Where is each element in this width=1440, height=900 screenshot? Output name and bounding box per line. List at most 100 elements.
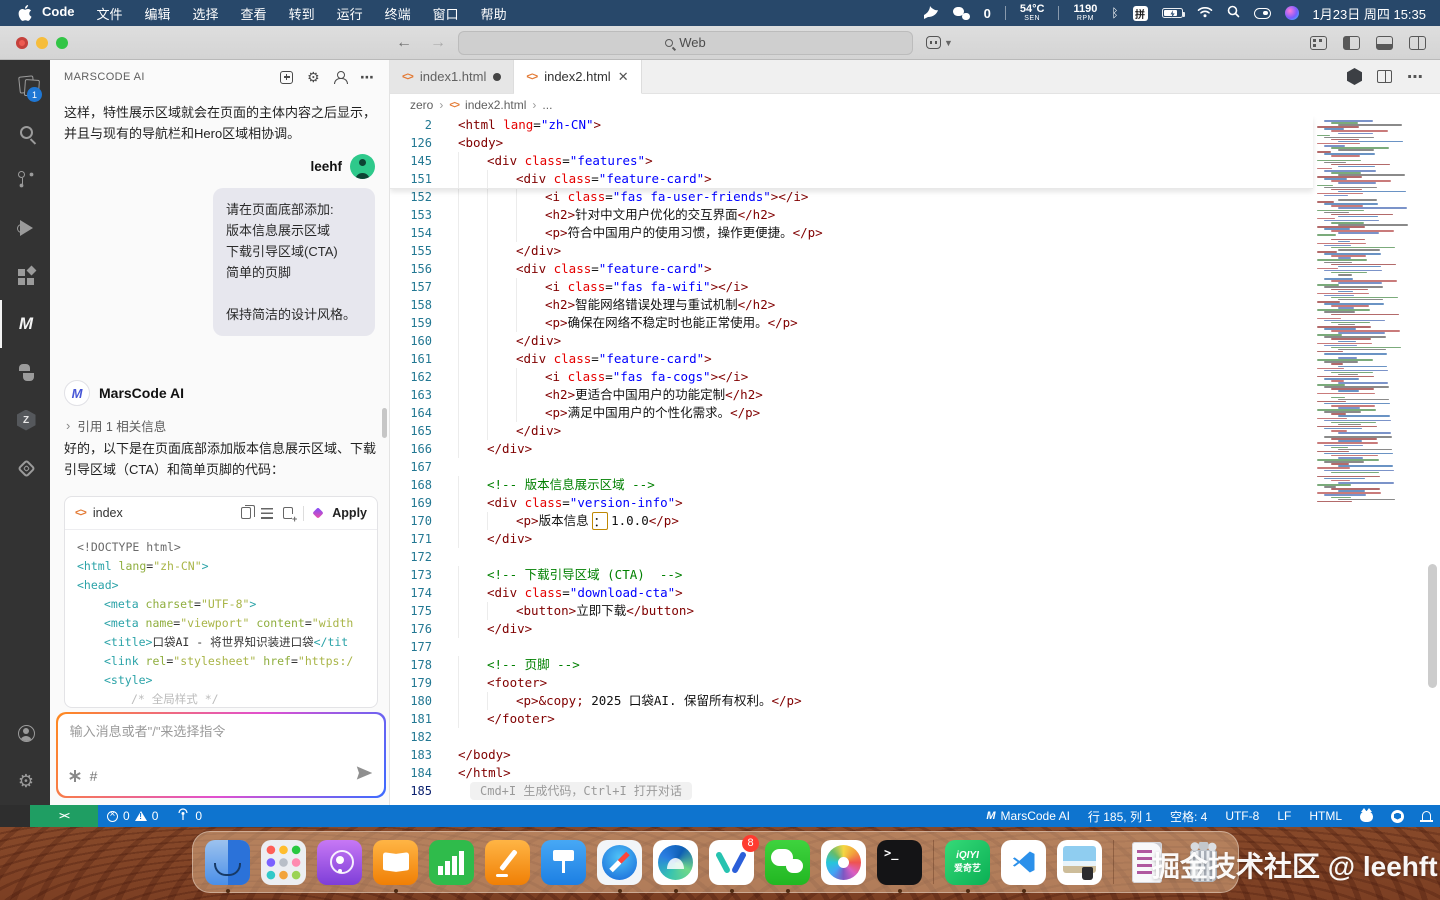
minimize-window-button[interactable]: [36, 37, 48, 49]
sidebar-item-hexagon-extension[interactable]: Z: [0, 396, 50, 444]
wifi-icon[interactable]: [1197, 6, 1213, 21]
ports-indicator[interactable]: 0: [167, 808, 211, 824]
manage-button[interactable]: ⚙: [0, 757, 50, 805]
code-line[interactable]: 184</html>: [390, 764, 1313, 782]
code-line[interactable]: 153<h2>针对中文用户优化的交互界面</h2>: [390, 206, 1313, 224]
sidebar-item-run-debug[interactable]: [0, 204, 50, 252]
code-line[interactable]: 173<!-- 下载引导区域 (CTA) -->: [390, 566, 1313, 584]
code-line[interactable]: 181</footer>: [390, 710, 1313, 728]
code-line[interactable]: 156<div class="feature-card">: [390, 260, 1313, 278]
dock-item-vscode[interactable]: [1001, 840, 1046, 885]
code-line[interactable]: 161<div class="feature-card">: [390, 350, 1313, 368]
dock-item-pages[interactable]: [485, 840, 530, 885]
status-language[interactable]: HTML: [1300, 809, 1351, 823]
toggle-panel-button[interactable]: [1376, 36, 1393, 50]
menu-clock[interactable]: 1月23日 周四 15:35: [1313, 4, 1426, 23]
split-editor-icon[interactable]: [1377, 70, 1392, 83]
code-line[interactable]: 152<i class="fas fa-user-friends"></i>: [390, 188, 1313, 206]
menu-item-2[interactable]: 编辑: [145, 4, 171, 23]
tab-index1[interactable]: <> index1.html: [390, 60, 514, 93]
code-line[interactable]: 169<div class="version-info">: [390, 494, 1313, 512]
spotlight-icon[interactable]: [1227, 5, 1240, 21]
code-line[interactable]: 176</div>: [390, 620, 1313, 638]
menu-item-9[interactable]: 帮助: [481, 4, 507, 23]
share-user-icon[interactable]: [334, 71, 346, 83]
sidebar-item-search[interactable]: [0, 108, 50, 156]
chat-input[interactable]: [70, 724, 373, 739]
code-line[interactable]: 183</body>: [390, 746, 1313, 764]
breadcrumb-file[interactable]: index2.html: [465, 98, 526, 112]
insert-code-icon[interactable]: [261, 508, 273, 519]
copy-code-icon[interactable]: [241, 507, 251, 519]
reference-toggle[interactable]: › 引用 1 相关信息: [66, 416, 166, 435]
code-line[interactable]: 180<p>&copy; 2025 口袋AI. 保留所有权利。</p>: [390, 692, 1313, 710]
status-cursor-position[interactable]: 行 185, 列 1: [1079, 808, 1161, 825]
code-line[interactable]: 174<div class="download-cta">: [390, 584, 1313, 602]
more-actions-icon[interactable]: ⋯: [1407, 67, 1424, 87]
dock-item-preview[interactable]: [1057, 840, 1102, 885]
breadcrumb-folder[interactable]: zero: [410, 98, 433, 112]
dock-item-photos[interactable]: [821, 840, 866, 885]
code-line[interactable]: 177: [390, 638, 1313, 656]
status-indentation[interactable]: 空格: 4: [1161, 808, 1216, 825]
commands-icon[interactable]: [74, 770, 76, 782]
toggle-secondary-sidebar-button[interactable]: [1409, 36, 1426, 50]
dock-item-wechat[interactable]: [765, 840, 810, 885]
more-actions-icon[interactable]: ⋯: [360, 73, 375, 81]
editor-scrollbar[interactable]: [1426, 116, 1440, 805]
battery-icon[interactable]: [1162, 8, 1183, 18]
bluetooth-icon[interactable]: ᛒ: [1111, 6, 1118, 20]
scrollbar-thumb[interactable]: [1428, 564, 1437, 688]
zoom-window-button[interactable]: [56, 37, 68, 49]
control-center-icon[interactable]: [1254, 8, 1271, 19]
context-hash-icon[interactable]: #: [90, 768, 98, 784]
code-line[interactable]: 145<div class="features">: [390, 152, 1313, 170]
dock-item-terminal[interactable]: >_: [877, 840, 922, 885]
siri-icon[interactable]: [1285, 6, 1299, 20]
code-area[interactable]: 2<html lang="zh-CN">126<body>145<div cla…: [390, 116, 1440, 805]
menu-item-1[interactable]: 文件: [97, 4, 123, 23]
copilot-cat-icon[interactable]: [1351, 811, 1382, 822]
code-line[interactable]: 185Cmd+I 生成代码，Ctrl+I 打开对话: [390, 782, 1313, 800]
command-center-search[interactable]: Web: [458, 31, 913, 55]
dove-icon[interactable]: [922, 5, 939, 22]
temperature-indicator[interactable]: 54°CSEN: [1020, 4, 1045, 22]
code-line[interactable]: 179<footer>: [390, 674, 1313, 692]
sidebar-item-source-control[interactable]: [0, 156, 50, 204]
new-file-icon[interactable]: [283, 507, 293, 519]
sidebar-scrollbar[interactable]: [382, 408, 387, 438]
sidebar-item-marscode[interactable]: M: [0, 300, 50, 348]
menu-item-4[interactable]: 查看: [241, 4, 267, 23]
extension-action-icon[interactable]: [1347, 68, 1362, 85]
menu-item-3[interactable]: 选择: [193, 4, 219, 23]
code-line[interactable]: 2<html lang="zh-CN">: [390, 116, 1313, 134]
input-method-icon[interactable]: 拼: [1133, 6, 1148, 21]
tab-index2[interactable]: <> index2.html ✕: [514, 60, 641, 94]
code-line[interactable]: 166</div>: [390, 440, 1313, 458]
accounts-button[interactable]: [0, 709, 50, 757]
code-line[interactable]: 170<p>版本信息：1.0.0</p>: [390, 512, 1313, 530]
sidebar-item-python[interactable]: [0, 348, 50, 396]
copilot-menu[interactable]: ▼: [926, 36, 953, 49]
dock-item-keynote[interactable]: [541, 840, 586, 885]
dock-item-finder[interactable]: [205, 840, 250, 885]
rpm-indicator[interactable]: 1190RPM: [1073, 4, 1097, 22]
code-line[interactable]: 155</div>: [390, 242, 1313, 260]
code-line[interactable]: 175<button>立即下载</button>: [390, 602, 1313, 620]
code-line[interactable]: 172: [390, 548, 1313, 566]
send-icon[interactable]: [356, 765, 372, 786]
code-line[interactable]: 154<p>符合中国用户的使用习惯，操作更便捷。</p>: [390, 224, 1313, 242]
dock-item-edge[interactable]: [653, 840, 698, 885]
sidebar-item-extensions[interactable]: [0, 252, 50, 300]
dock-item-mail[interactable]: 8: [709, 840, 754, 885]
code-line[interactable]: 164<p>满足中国用户的个性化需求。</p>: [390, 404, 1313, 422]
menu-item-7[interactable]: 终端: [385, 4, 411, 23]
wechat-menu-icon[interactable]: [953, 7, 970, 20]
status-eol[interactable]: LF: [1268, 809, 1300, 823]
menu-item-0[interactable]: Code: [42, 4, 75, 23]
dock-item-iqiyi[interactable]: iQIYI爱奇艺: [945, 840, 990, 885]
code-line[interactable]: 162<i class="fas fa-cogs"></i>: [390, 368, 1313, 386]
code-line[interactable]: 165</div>: [390, 422, 1313, 440]
forward-button[interactable]: →: [430, 34, 446, 52]
menu-item-8[interactable]: 窗口: [433, 4, 459, 23]
